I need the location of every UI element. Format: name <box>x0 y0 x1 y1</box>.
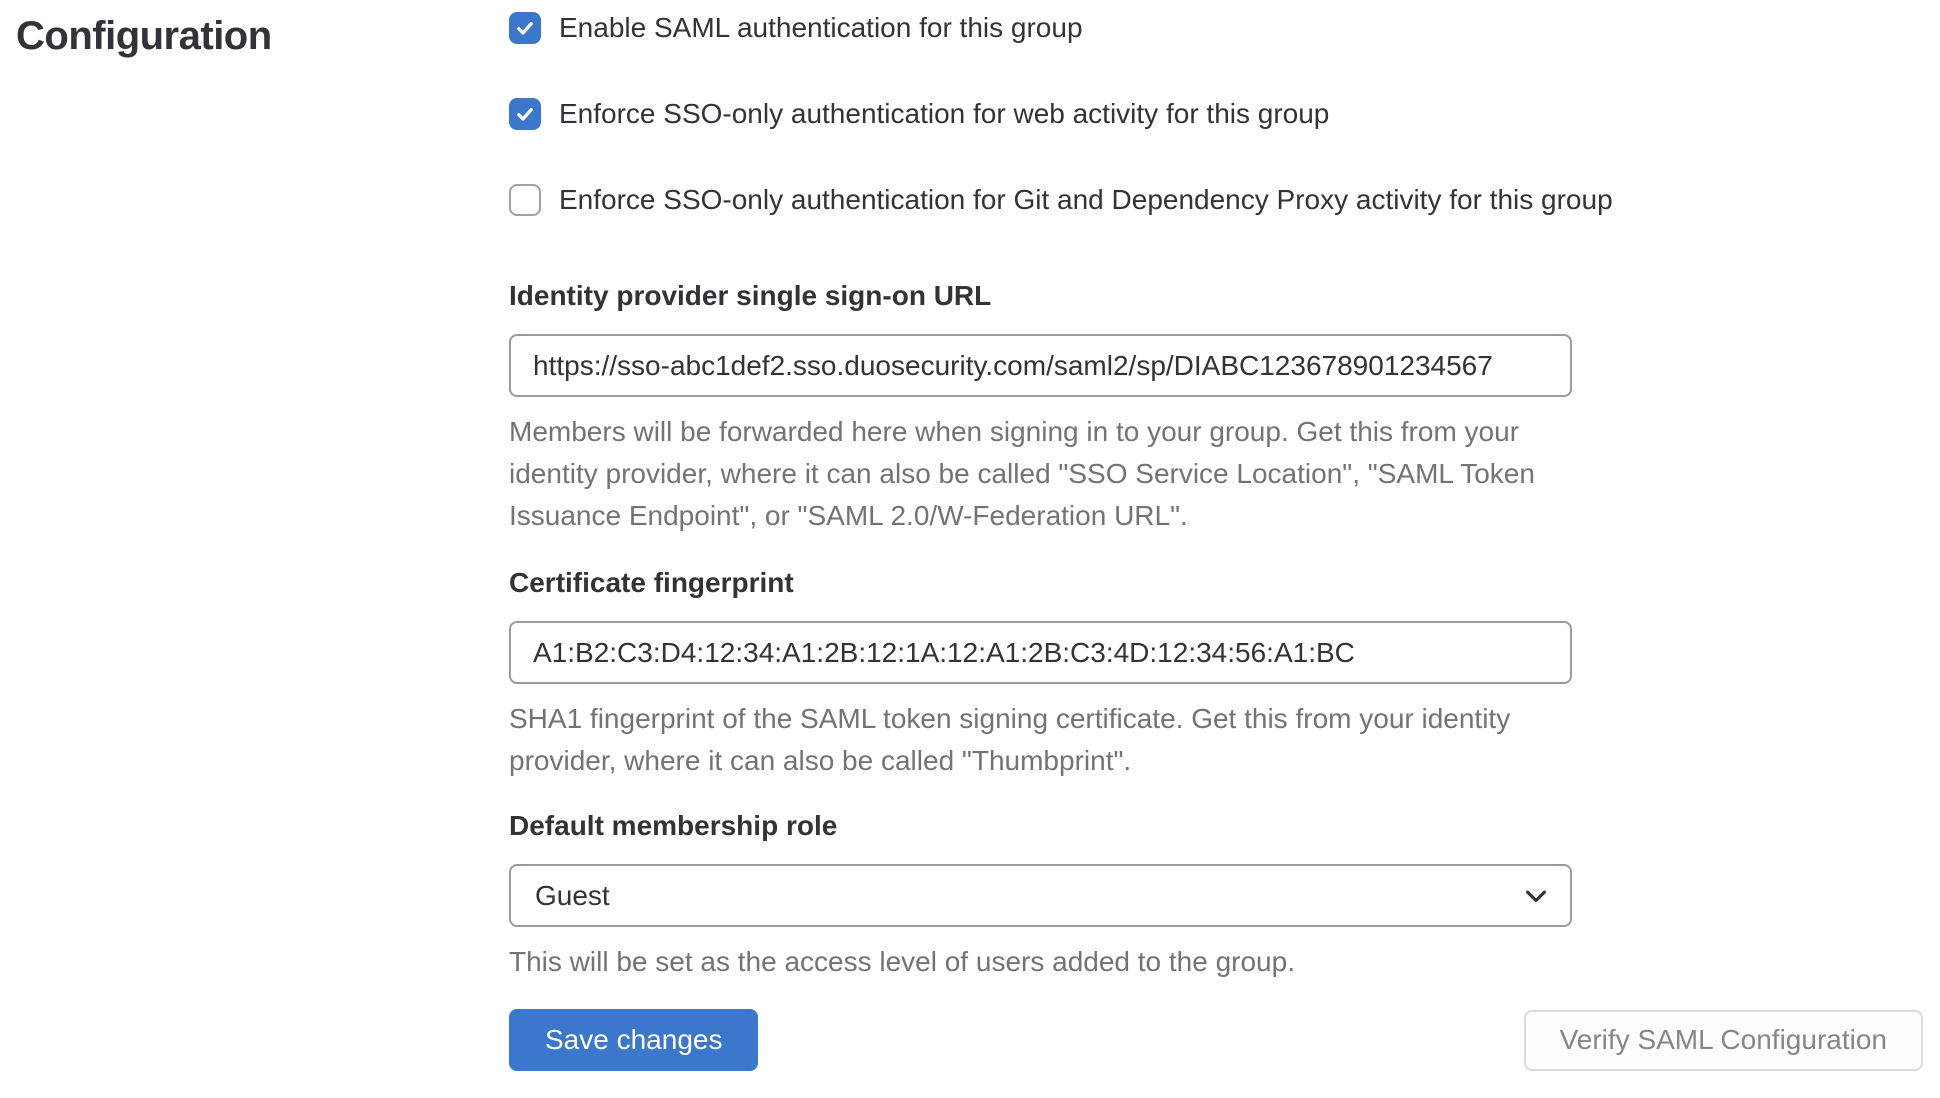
saml-settings-form: Enable SAML authentication for this grou… <box>509 0 1940 1071</box>
checkmark-icon <box>515 18 535 38</box>
section-heading-column: Configuration <box>0 0 509 1071</box>
verify-saml-configuration-button[interactable]: Verify SAML Configuration <box>1524 1010 1923 1071</box>
sso-url-help-text: Members will be forwarded here when sign… <box>509 411 1554 537</box>
enable-saml-checkbox-row[interactable]: Enable SAML authentication for this grou… <box>509 12 1923 44</box>
page-title: Configuration <box>16 14 509 58</box>
saml-configuration-section: Configuration Enable SAML authentication… <box>0 0 1940 1071</box>
sso-url-input[interactable] <box>509 334 1572 397</box>
enforce-sso-git-checkbox[interactable] <box>509 184 541 216</box>
default-membership-role-label: Default membership role <box>509 810 1923 842</box>
enable-saml-checkbox[interactable] <box>509 12 541 44</box>
enforce-sso-web-checkbox[interactable] <box>509 98 541 130</box>
checkmark-icon <box>515 104 535 124</box>
certificate-fingerprint-help-text: SHA1 fingerprint of the SAML token signi… <box>509 698 1554 782</box>
save-changes-button[interactable]: Save changes <box>509 1009 758 1071</box>
enforce-sso-git-checkbox-label[interactable]: Enforce SSO-only authentication for Git … <box>559 184 1613 216</box>
default-membership-role-select-wrap: Guest <box>509 864 1572 927</box>
enforce-sso-git-checkbox-row[interactable]: Enforce SSO-only authentication for Git … <box>509 184 1923 216</box>
enable-saml-checkbox-label[interactable]: Enable SAML authentication for this grou… <box>559 12 1083 44</box>
sso-url-label: Identity provider single sign-on URL <box>509 280 1923 312</box>
certificate-fingerprint-label: Certificate fingerprint <box>509 567 1923 599</box>
enforce-sso-web-checkbox-label[interactable]: Enforce SSO-only authentication for web … <box>559 98 1329 130</box>
certificate-fingerprint-input[interactable] <box>509 621 1572 684</box>
default-membership-role-select[interactable]: Guest <box>509 864 1572 927</box>
enforce-sso-web-checkbox-row[interactable]: Enforce SSO-only authentication for web … <box>509 98 1923 130</box>
default-membership-role-help-text: This will be set as the access level of … <box>509 941 1554 983</box>
form-actions-row: Save changes Verify SAML Configuration <box>509 1009 1923 1071</box>
